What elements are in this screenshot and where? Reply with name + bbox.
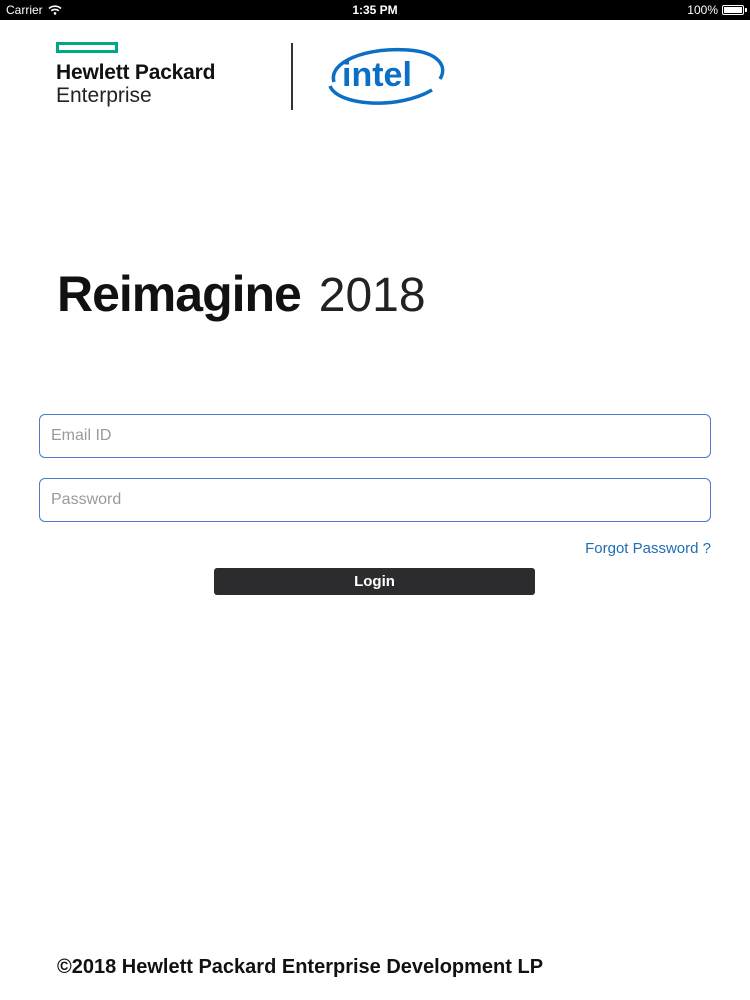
forgot-password-link[interactable]: Forgot Password ?	[585, 540, 711, 557]
intel-logo-text: intel	[342, 56, 412, 94]
hpe-logo: Hewlett Packard Enterprise	[56, 42, 215, 107]
status-time: 1:35 PM	[352, 3, 398, 17]
hpe-logo-line1: Hewlett Packard	[56, 61, 216, 84]
app-title-bold: Reimagine	[57, 266, 302, 322]
logo-divider	[291, 43, 293, 110]
password-input[interactable]	[39, 478, 711, 522]
intel-logo: intel	[328, 47, 445, 105]
battery-group: 100%	[687, 3, 747, 17]
app-title: Reimagine 2018	[57, 265, 426, 323]
battery-percent: 100%	[687, 3, 718, 17]
app-title-year: 2018	[318, 269, 426, 322]
login-button[interactable]: Login	[214, 568, 535, 595]
hpe-logo-line2: Enterprise	[56, 84, 152, 107]
status-bar: Carrier 1:35 PM 100%	[0, 0, 750, 20]
battery-icon	[722, 5, 747, 15]
email-input[interactable]	[39, 414, 711, 458]
hpe-element-icon	[56, 42, 118, 53]
footer-copyright: ©2018 Hewlett Packard Enterprise Develop…	[57, 956, 544, 978]
